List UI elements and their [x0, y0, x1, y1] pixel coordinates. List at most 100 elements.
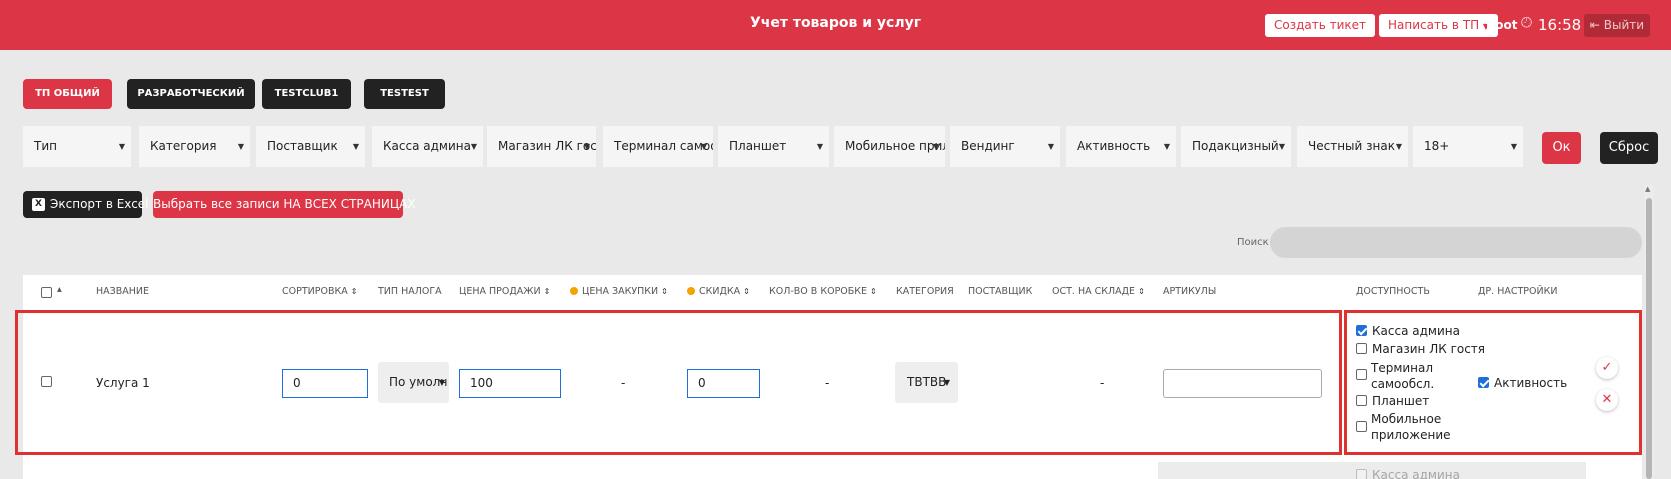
sale-price-input[interactable]: 100 [459, 369, 561, 398]
category-select[interactable]: ТВТВВ ▼ [895, 362, 958, 403]
chevron-down-icon: ▼ [1163, 142, 1170, 151]
filter-label: Активность [1077, 139, 1151, 153]
tab-tp-general[interactable]: ТП ОБЩИЙ [23, 79, 112, 109]
chevron-down-icon: ▼ [237, 142, 244, 151]
col-discount-label: СКИДКА [699, 286, 741, 297]
search-input[interactable] [1270, 227, 1642, 258]
col-sale-price-label: ЦЕНА ПРОДАЖИ [459, 286, 541, 297]
filter-guest-shop[interactable]: Магазин ЛК гостя▼ [487, 126, 596, 167]
filter-label: Честный знак [1308, 139, 1395, 153]
tab-testest[interactable]: TESTEST [364, 79, 445, 109]
row-name[interactable]: Услуга 1 [96, 376, 150, 390]
filter-ok-button[interactable]: Ок [1542, 132, 1581, 164]
filter-vending[interactable]: Вендинг ▼ [950, 126, 1060, 167]
purchase-price-value: - [621, 376, 626, 390]
filter-category[interactable]: Категория ▼ [139, 126, 250, 167]
scrollbar-thumb[interactable] [1646, 198, 1652, 479]
filter-label: Терминал самообс [614, 139, 713, 153]
next-avail-admin-cash[interactable]: Касса админа [1356, 468, 1460, 479]
col-sale-price[interactable]: ЦЕНА ПРОДАЖИ ⇕ [459, 286, 550, 297]
close-icon[interactable]: ✕ [1596, 389, 1618, 411]
logout-button[interactable]: ⇤ Выйти [1584, 14, 1650, 37]
chevron-down-icon: ▼ [1278, 142, 1285, 151]
col-box-qty[interactable]: КОЛ-ВО В КОРОБКЕ ⇕ [769, 286, 877, 297]
filter-excise[interactable]: Подакцизный ▼ [1181, 126, 1291, 167]
activity-setting[interactable]: Активность [1478, 376, 1567, 390]
avail-tablet[interactable]: Планшет [1356, 394, 1429, 408]
warning-icon [570, 287, 578, 295]
sort-icon: ⇕ [543, 287, 551, 296]
avail-guest-shop[interactable]: Магазин ЛК гостя [1356, 342, 1485, 356]
col-purchase-price[interactable]: ЦЕНА ЗАКУПКИ ⇕ [570, 286, 668, 297]
chevron-down-icon: ▼ [352, 142, 359, 151]
chevron-down-icon: ▼ [583, 142, 590, 151]
sort-input[interactable]: 0 [282, 369, 368, 398]
avail-self-terminal-checkbox[interactable] [1356, 369, 1367, 380]
sort-icon: ⇕ [661, 287, 668, 296]
filter-label: Касса админа [383, 139, 471, 153]
checkbox[interactable] [1356, 343, 1367, 354]
filter-label: Магазин ЛК гостя [498, 139, 596, 153]
chevron-down-icon: ▼ [1047, 142, 1054, 151]
write-support-button[interactable]: Написать в ТП ▼ [1379, 14, 1499, 37]
check-icon[interactable]: ✓ [1596, 357, 1618, 379]
tax-type-select[interactable]: По умолч ▼ [378, 362, 449, 403]
filter-supplier[interactable]: Поставщик ▼ [256, 126, 365, 167]
export-excel-label: Экспорт в Excel [50, 197, 149, 211]
avail-label: Планшет [1372, 394, 1430, 408]
filter-honest-sign[interactable]: Честный знак ▼ [1297, 126, 1408, 167]
col-discount[interactable]: СКИДКА ⇕ [687, 286, 750, 297]
filter-mobile-app[interactable]: Мобильное прило▼ [834, 126, 945, 167]
clock-icon: 🕘︎ [1521, 15, 1533, 31]
filter-tablet[interactable]: Планшет ▼ [718, 126, 829, 167]
filter-label: 18+ [1424, 139, 1450, 153]
filter-type[interactable]: Тип ▼ [23, 126, 131, 167]
avail-admin-cash[interactable]: Касса админа [1356, 324, 1460, 338]
chevron-down-icon: ▼ [118, 142, 125, 151]
select-all-pages-button[interactable]: Выбрать все записи НА ВСЕХ СТРАНИЦАХ [153, 191, 416, 218]
chevron-down-icon: ▼ [438, 378, 445, 387]
col-stock-label: ОСТ. НА СКЛАДЕ [1052, 286, 1136, 297]
filter-label: Подакцизный [1192, 139, 1279, 153]
sort-icon[interactable]: ▴ [57, 284, 62, 295]
discount-input[interactable]: 0 [687, 369, 760, 398]
checkbox[interactable] [1356, 469, 1367, 479]
avail-label-line: самообсл. [1371, 377, 1435, 391]
sort-icon: ⇕ [350, 287, 358, 296]
avail-label-line: Терминал [1371, 361, 1434, 375]
col-stock[interactable]: ОСТ. НА СКЛАДЕ ⇕ [1052, 286, 1145, 297]
stock-value: - [1100, 376, 1105, 390]
col-sort[interactable]: СОРТИРОВКА ⇕ [282, 286, 357, 297]
chevron-down-icon: ▼ [816, 142, 823, 151]
filter-admin-cash[interactable]: Касса админа ▼ [372, 126, 483, 167]
scroll-up-icon[interactable]: ▲ [1645, 185, 1650, 193]
row-select-checkbox[interactable] [41, 376, 52, 387]
select-all-checkbox[interactable] [41, 287, 52, 298]
col-other-settings: ДР. НАСТРОЙКИ [1478, 286, 1558, 297]
filter-label: Планшет [729, 139, 787, 153]
export-excel-button[interactable]: X Экспорт в Excel [23, 191, 149, 218]
filter-reset-button[interactable]: Сброс [1600, 132, 1658, 164]
create-ticket-button[interactable]: Создать тикет [1265, 14, 1376, 37]
filter-label: Мобильное прило [845, 139, 945, 153]
tab-testclub1[interactable]: TESTCLUB1 [262, 79, 351, 109]
search-label: Поиск [1237, 237, 1269, 248]
filter-label: Поставщик [267, 139, 338, 153]
checkbox[interactable] [1356, 325, 1367, 336]
filter-18-plus[interactable]: 18+ ▼ [1413, 126, 1523, 167]
tab-developer[interactable]: РАЗРАБОТЧЕСКИЙ [127, 79, 255, 109]
filter-self-terminal[interactable]: Терминал самообс▼ [603, 126, 713, 167]
checkbox[interactable] [1478, 377, 1489, 388]
col-box-qty-label: КОЛ-ВО В КОРОБКЕ [769, 286, 868, 297]
col-name[interactable]: НАЗВАНИЕ [96, 286, 149, 297]
avail-label-line: приложение [1371, 428, 1451, 442]
articles-input[interactable] [1163, 369, 1322, 398]
filter-label: Категория [150, 139, 217, 153]
avail-label-line: Мобильное [1371, 412, 1442, 426]
logout-label: Выйти [1603, 18, 1645, 32]
sort-icon: ⇕ [1138, 287, 1145, 296]
filter-activity[interactable]: Активность ▼ [1066, 126, 1176, 167]
col-sort-label: СОРТИРОВКА [282, 286, 348, 297]
checkbox[interactable] [1356, 395, 1367, 406]
avail-mobile-app-checkbox[interactable] [1356, 421, 1367, 432]
